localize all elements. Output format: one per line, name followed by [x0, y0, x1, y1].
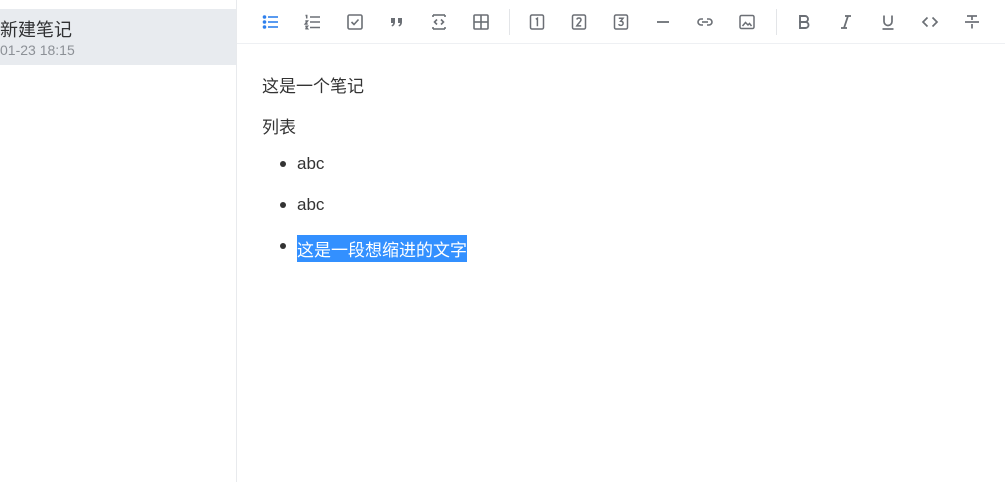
bullet-list-icon: [262, 15, 278, 29]
ordered-list-icon: [303, 14, 320, 30]
heading-2-icon: [571, 14, 587, 30]
ordered-list-button[interactable]: [300, 9, 326, 35]
inline-code-button[interactable]: [917, 9, 943, 35]
underline-button[interactable]: [875, 9, 901, 35]
strikethrough-icon: [965, 15, 979, 29]
list-bullet: [280, 243, 286, 249]
heading-1-icon: [529, 14, 545, 30]
quote-button[interactable]: [384, 9, 410, 35]
list-item: abc: [297, 195, 325, 214]
table-button[interactable]: [468, 9, 494, 35]
italic-icon: [841, 15, 851, 29]
strikethrough-button[interactable]: [959, 9, 985, 35]
toolbar-divider: [776, 9, 777, 35]
list-item: abc: [297, 154, 325, 173]
task-list-button[interactable]: [342, 9, 368, 35]
editor-toolbar: [237, 0, 1005, 44]
note-list-sidebar: 新建笔记 01-23 18:15: [0, 0, 237, 482]
code-block-icon: [432, 14, 446, 30]
quote-icon: [391, 18, 402, 27]
heading-3-button[interactable]: [608, 9, 634, 35]
heading-2-button[interactable]: [566, 9, 592, 35]
link-button[interactable]: [692, 9, 718, 35]
table-icon: [473, 14, 489, 30]
heading-1-button[interactable]: [524, 9, 550, 35]
paragraph: 这是一个笔记: [262, 77, 364, 96]
list-bullet: [280, 202, 286, 208]
underline-icon: [882, 15, 894, 30]
toolbar-divider: [509, 9, 510, 35]
note-title: 新建笔记: [0, 20, 72, 40]
link-icon: [697, 18, 713, 26]
list-bullet: [280, 161, 286, 167]
bold-icon: [799, 15, 810, 29]
image-button[interactable]: [734, 9, 760, 35]
bullet-list-button[interactable]: [258, 9, 284, 35]
inline-code-icon: [921, 16, 939, 28]
note-timestamp: 01-23 18:15: [0, 42, 75, 58]
italic-button[interactable]: [833, 9, 859, 35]
checkbox-icon: [347, 14, 363, 30]
editor-pane: 这是一个笔记 列表 abc abc 这是一段想缩进的文字: [237, 0, 1005, 482]
horizontal-rule-button[interactable]: [650, 9, 676, 35]
bold-button[interactable]: [791, 9, 817, 35]
code-block-button[interactable]: [426, 9, 452, 35]
horizontal-rule-icon: [657, 21, 669, 23]
paragraph: 列表: [262, 118, 296, 137]
heading-3-icon: [613, 14, 629, 30]
image-icon: [739, 14, 755, 30]
selected-list-item: 这是一段想缩进的文字: [297, 235, 467, 262]
note-list-item[interactable]: 新建笔记 01-23 18:15: [0, 9, 236, 65]
